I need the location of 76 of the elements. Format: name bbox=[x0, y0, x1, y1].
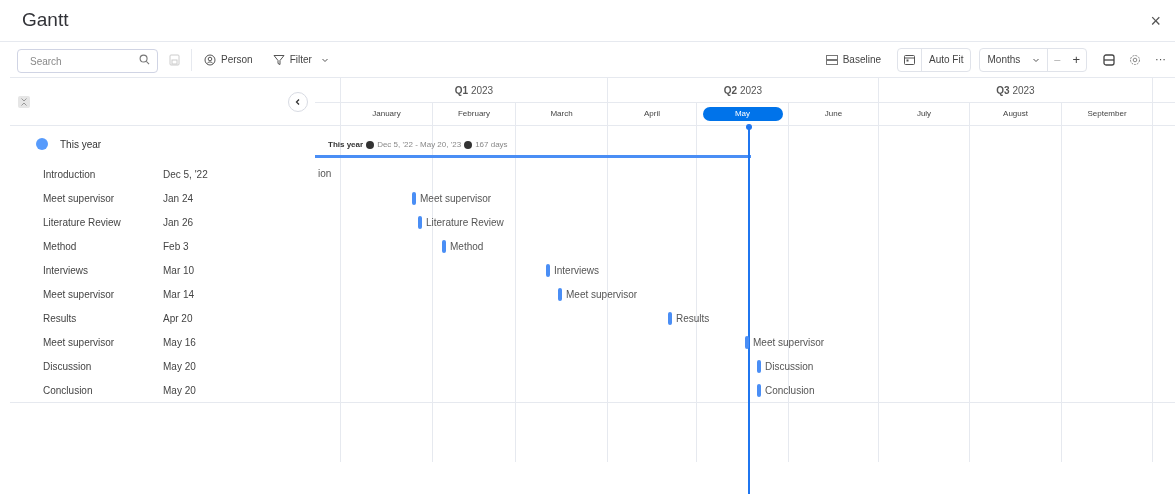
task-bar-label: Interviews bbox=[554, 263, 599, 278]
task-bar-label: Meet supervisor bbox=[753, 335, 825, 350]
task-name: Literature Review bbox=[42, 215, 122, 230]
filter-icon bbox=[272, 53, 285, 66]
more-button[interactable]: ··· bbox=[1155, 51, 1166, 68]
task-marker[interactable] bbox=[418, 215, 422, 229]
task-date: May 20 bbox=[163, 383, 196, 398]
month-label[interactable]: August bbox=[1003, 108, 1028, 120]
task-marker[interactable] bbox=[745, 335, 749, 349]
task-name: Interviews bbox=[42, 263, 89, 278]
month-label[interactable]: May bbox=[702, 107, 783, 121]
task-bar-label: Meet supervisor bbox=[566, 287, 638, 302]
task-name: Results bbox=[42, 311, 78, 326]
task-date: Apr 20 bbox=[163, 311, 193, 326]
search-field[interactable]: Search bbox=[17, 49, 158, 73]
month-label[interactable]: April bbox=[644, 108, 660, 120]
task-date: Jan 24 bbox=[163, 191, 194, 206]
task-bar-label: ion bbox=[318, 167, 332, 181]
task-marker[interactable] bbox=[546, 263, 550, 277]
task-marker[interactable] bbox=[442, 239, 446, 253]
task-name: Meet supervisor bbox=[42, 335, 116, 350]
calendar-icon bbox=[904, 54, 915, 65]
month-label[interactable]: March bbox=[550, 108, 573, 120]
baseline-button[interactable]: Baseline bbox=[821, 52, 885, 67]
task-name: Conclusion bbox=[42, 383, 94, 398]
task-marker[interactable] bbox=[757, 359, 761, 373]
month-label[interactable]: July bbox=[916, 108, 932, 120]
task-date: May 20 bbox=[163, 359, 196, 374]
task-bar-label: Discussion bbox=[765, 359, 814, 374]
search-icon bbox=[139, 53, 150, 65]
person-button[interactable]: Person bbox=[200, 52, 257, 67]
task-date: May 16 bbox=[163, 335, 196, 350]
bullet-icon bbox=[366, 141, 375, 149]
task-marker[interactable] bbox=[668, 311, 672, 325]
task-name: Method bbox=[42, 239, 78, 254]
task-bar-label: Method bbox=[450, 239, 484, 254]
task-date: Mar 10 bbox=[163, 263, 195, 278]
settings-icon[interactable] bbox=[1129, 53, 1141, 66]
summary-duration: 167 days bbox=[475, 139, 508, 151]
window-title: Gantt bbox=[22, 8, 69, 33]
summary-label: This year bbox=[328, 139, 364, 151]
auto-fit-button[interactable]: Auto Fit bbox=[897, 47, 972, 72]
task-name: Discussion bbox=[42, 359, 93, 374]
bullet-icon bbox=[464, 141, 473, 149]
task-marker[interactable] bbox=[412, 191, 416, 205]
month-label[interactable]: September bbox=[1087, 108, 1127, 120]
task-bar-label: Literature Review bbox=[426, 215, 504, 230]
task-date: Jan 26 bbox=[163, 215, 194, 230]
month-label[interactable]: January bbox=[372, 108, 401, 120]
task-name: Meet supervisor bbox=[42, 191, 116, 206]
task-date: Feb 3 bbox=[163, 239, 189, 254]
task-marker[interactable] bbox=[757, 383, 761, 397]
month-label[interactable]: June bbox=[824, 108, 843, 120]
task-bar-label: Results bbox=[676, 311, 710, 326]
zoom-in-button[interactable]: + bbox=[1066, 49, 1086, 70]
task-name: Introduction bbox=[42, 167, 97, 182]
task-bar-label: Conclusion bbox=[765, 383, 815, 398]
filter-button[interactable]: Filter bbox=[264, 52, 337, 67]
chevron-left-icon bbox=[294, 97, 302, 106]
quarter-label: Q1 2023 bbox=[454, 83, 494, 98]
baseline-icon bbox=[825, 54, 838, 65]
task-date: Mar 14 bbox=[163, 287, 195, 302]
task-marker[interactable] bbox=[558, 287, 562, 301]
person-icon bbox=[204, 53, 216, 66]
summary-range: Dec 5, '22 - May 20, '23 bbox=[377, 139, 462, 151]
task-bar-label: Meet supervisor bbox=[420, 191, 492, 206]
group-name: This year bbox=[60, 137, 102, 152]
quarter-label: Q2 2023 bbox=[723, 83, 763, 98]
scale-dropdown[interactable]: Months bbox=[980, 48, 1049, 71]
quarter-label: Q3 2023 bbox=[996, 83, 1035, 98]
split-view-icon[interactable] bbox=[1103, 53, 1115, 66]
collapse-all-icon[interactable] bbox=[18, 95, 30, 108]
month-label[interactable]: February bbox=[458, 108, 490, 120]
task-name: Meet supervisor bbox=[42, 287, 116, 302]
close-button[interactable]: × bbox=[1150, 11, 1161, 30]
task-date: Dec 5, '22 bbox=[163, 167, 208, 182]
